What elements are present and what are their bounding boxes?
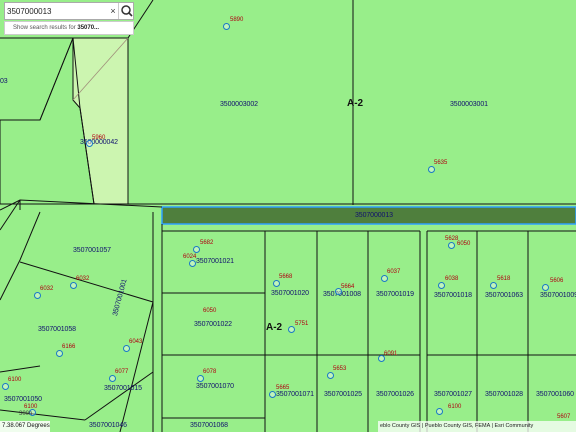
address-label: 6038 <box>445 276 459 282</box>
address-point[interactable] <box>223 23 230 30</box>
address-point[interactable] <box>436 408 443 415</box>
parcel-label: 3507001070 <box>196 383 234 390</box>
search-button[interactable] <box>118 3 135 19</box>
address-point[interactable] <box>269 391 276 398</box>
address-point[interactable] <box>189 260 196 267</box>
address-label: 6077 <box>115 369 129 375</box>
parcel-label: 3507001060 <box>536 391 574 398</box>
address-point[interactable] <box>448 242 455 249</box>
address-point[interactable] <box>378 355 385 362</box>
address-point[interactable] <box>438 282 445 289</box>
parcel-label: 3507001022 <box>194 321 232 328</box>
address-point[interactable] <box>273 280 280 287</box>
address-point[interactable] <box>193 246 200 253</box>
search-suggestion[interactable]: Show search results for 35070... <box>4 21 134 35</box>
coordinate-readout: 7.38.067 Degrees <box>0 421 50 432</box>
address-label: 6037 <box>387 269 401 275</box>
selected-parcel-label: 3507000013 <box>355 212 393 219</box>
address-point[interactable] <box>123 345 130 352</box>
address-label: 5664 <box>341 284 355 290</box>
search-input[interactable] <box>7 5 107 18</box>
address-label: 5682 <box>200 240 214 246</box>
parcel-label: 3507001008 <box>323 291 361 298</box>
address-point[interactable] <box>428 166 435 173</box>
address-label: 6032 <box>76 276 90 282</box>
parcel-label: 3507001068 <box>190 422 228 429</box>
address-label: 6043 <box>129 339 143 345</box>
address-label: 5635 <box>434 160 448 166</box>
search-widget: × Show search results for 35070... <box>4 2 134 36</box>
suggestion-term: 35070... <box>77 25 100 31</box>
address-point[interactable] <box>70 282 77 289</box>
address-point[interactable] <box>2 383 9 390</box>
zone-label: A-2 <box>266 322 283 333</box>
parcel-label: 3507001058 <box>38 326 76 333</box>
parcel-lines <box>0 0 576 432</box>
address-label: 5890 <box>230 17 244 23</box>
address-label: 5960 <box>92 135 106 141</box>
address-label: 5668 <box>279 274 293 280</box>
address-label: 6100 <box>448 404 462 410</box>
parcel-label: 3507001020 <box>271 290 309 297</box>
address-point[interactable] <box>86 140 93 147</box>
address-label: 6024 <box>183 254 197 260</box>
address-point[interactable] <box>335 288 342 295</box>
address-point[interactable] <box>288 326 295 333</box>
search-box: × <box>4 2 134 20</box>
address-label: 5607 <box>557 414 571 420</box>
parcel-label: 3507001026 <box>376 391 414 398</box>
parcel-label: 03 <box>0 78 8 85</box>
parcel-label: 3507001015 <box>104 385 142 392</box>
address-label: 6166 <box>62 344 76 350</box>
address-label: 5751 <box>295 321 309 327</box>
address-label: 5653 <box>333 366 347 372</box>
address-point[interactable] <box>327 372 334 379</box>
parcel-label: 3507001019 <box>376 291 414 298</box>
address-label: 5606 <box>550 278 564 284</box>
address-point[interactable] <box>381 275 388 282</box>
clear-search-button[interactable]: × <box>108 5 118 18</box>
address-point[interactable] <box>56 350 63 357</box>
address-label: 6091 <box>384 351 398 357</box>
address-point[interactable] <box>197 375 204 382</box>
address-label: 6078 <box>203 369 217 375</box>
address-point[interactable] <box>542 284 549 291</box>
parcel-label: 3507001018 <box>434 292 472 299</box>
address-label: 6050 <box>203 308 217 314</box>
parcel-label: 3500003001 <box>450 101 488 108</box>
address-label: 5665 <box>276 385 290 391</box>
parcel-label: 3507001050 <box>4 396 42 403</box>
suggestion-prefix: Show search results for <box>13 25 78 31</box>
parcel-label: 3507001071 <box>276 391 314 398</box>
address-label: 6100 <box>8 377 22 383</box>
scale-label: 300h <box>19 411 33 417</box>
zone-label: A-2 <box>347 98 364 109</box>
address-label: 5618 <box>497 276 511 282</box>
parcel-label: 3507001009 <box>540 292 576 299</box>
parcel-label: 3507001046 <box>89 422 127 429</box>
close-icon: × <box>110 6 116 16</box>
address-label: 6032 <box>40 286 54 292</box>
address-point[interactable] <box>490 282 497 289</box>
parcel-label: 3507001021 <box>196 258 234 265</box>
parcel-label: 3500003002 <box>220 101 258 108</box>
parcel-label: 3507001063 <box>485 292 523 299</box>
address-label: 6050 <box>457 241 471 247</box>
search-icon <box>121 5 133 17</box>
parcel-label: 3507001057 <box>73 247 111 254</box>
parcel-label: 3507001028 <box>485 391 523 398</box>
parcel-label: 3507001027 <box>434 391 472 398</box>
parcel-label: 3507001025 <box>324 391 362 398</box>
map-view[interactable]: A-2 A-2 03 3500003002 3500003001 3500000… <box>0 0 576 432</box>
address-point[interactable] <box>109 375 116 382</box>
attribution[interactable]: eblo County GIS | Pueblo County GIS, FEM… <box>378 421 576 432</box>
address-point[interactable] <box>34 292 41 299</box>
